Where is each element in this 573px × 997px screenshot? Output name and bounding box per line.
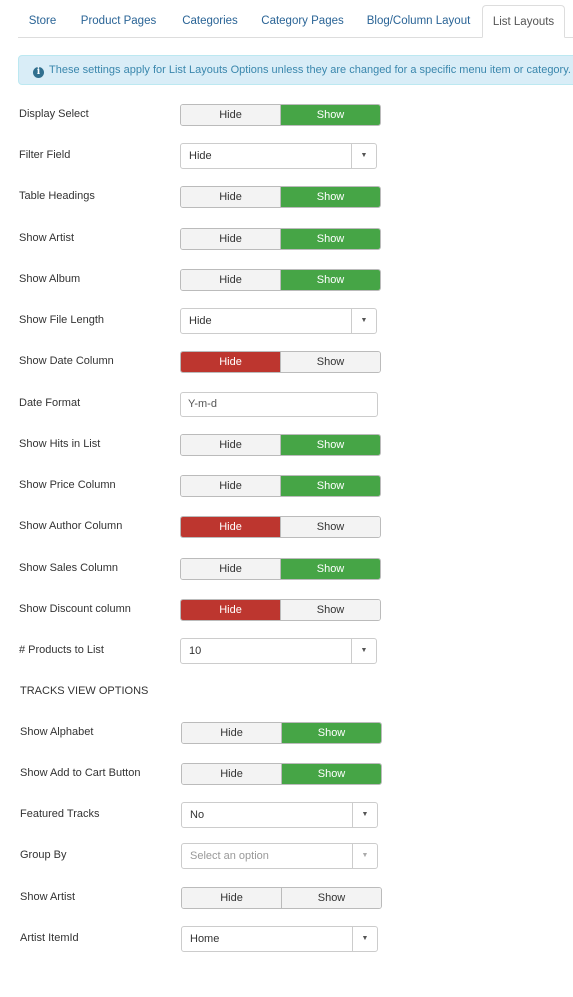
hide-option[interactable]: Hide: [181, 352, 280, 372]
field-label: Group By: [20, 849, 67, 861]
group-by-select[interactable]: Select an option ▼: [181, 843, 378, 869]
show-option[interactable]: Show: [280, 476, 380, 496]
field-label: Filter Field: [19, 149, 71, 161]
field-label: Show Add to Cart Button: [20, 767, 141, 779]
chevron-down-icon[interactable]: ▼: [352, 844, 377, 868]
selected-value: Home: [190, 933, 220, 945]
show-date-column-toggle[interactable]: Hide Show: [180, 351, 381, 373]
field-label: Show Hits in List: [19, 438, 101, 450]
show-option[interactable]: Show: [280, 517, 380, 537]
hide-option[interactable]: Hide: [181, 187, 280, 207]
artist-itemid-select[interactable]: Home ▼: [181, 926, 378, 952]
selected-value: Hide: [189, 315, 212, 327]
tab-product-pages[interactable]: Product Pages: [67, 5, 170, 37]
hide-option[interactable]: Hide: [181, 435, 280, 455]
selected-value: Select an option: [190, 850, 269, 862]
field-label: Show Alphabet: [20, 726, 94, 738]
selected-value: Hide: [189, 150, 212, 162]
field-label: Display Select: [19, 108, 89, 120]
show-add-to-cart-button-toggle[interactable]: Hide Show: [181, 763, 382, 785]
show-artist-toggle[interactable]: Hide Show: [181, 887, 382, 909]
field-label: Featured Tracks: [20, 808, 100, 820]
field-label: Show Discount column: [19, 603, 131, 615]
field-label: Show Author Column: [19, 520, 123, 532]
field-label: Show Album: [19, 273, 81, 285]
show-option[interactable]: Show: [280, 229, 380, 249]
show-option[interactable]: Show: [280, 187, 380, 207]
show-option[interactable]: Show: [280, 270, 380, 290]
tab-list-layouts[interactable]: List Layouts: [482, 5, 565, 38]
hide-option[interactable]: Hide: [181, 517, 280, 537]
show-file-length-select[interactable]: Hide ▼: [180, 308, 377, 334]
show-album-toggle[interactable]: Hide Show: [180, 269, 381, 291]
tab-store[interactable]: Store: [18, 5, 67, 37]
hide-option[interactable]: Hide: [182, 888, 281, 908]
hide-option[interactable]: Hide: [182, 764, 281, 784]
chevron-down-icon[interactable]: ▼: [352, 927, 377, 951]
show-option[interactable]: Show: [281, 764, 381, 784]
chevron-down-icon[interactable]: ▼: [351, 144, 376, 168]
chevron-down-icon[interactable]: ▼: [351, 639, 376, 663]
tab-categories[interactable]: Categories: [170, 5, 250, 37]
hide-option[interactable]: Hide: [181, 476, 280, 496]
hide-option[interactable]: Hide: [181, 600, 280, 620]
selected-value: No: [190, 809, 205, 821]
show-option[interactable]: Show: [280, 559, 380, 579]
field-label: Table Headings: [19, 190, 95, 202]
tab-category-pages[interactable]: Category Pages: [250, 5, 355, 37]
field-label: Show Artist: [20, 891, 76, 903]
hide-option[interactable]: Hide: [181, 105, 280, 125]
filter-field-select[interactable]: Hide ▼: [180, 143, 377, 169]
show-alphabet-toggle[interactable]: Hide Show: [181, 722, 382, 744]
show-artist-toggle[interactable]: Hide Show: [180, 228, 381, 250]
products-to-list-select[interactable]: 10 ▼: [180, 638, 377, 664]
show-option[interactable]: Show: [280, 435, 380, 455]
show-price-column-toggle[interactable]: Hide Show: [180, 475, 381, 497]
date-format-input[interactable]: Y-m-d: [180, 392, 378, 417]
show-option[interactable]: Show: [280, 600, 380, 620]
hide-option[interactable]: Hide: [181, 229, 280, 249]
hide-option[interactable]: Hide: [181, 559, 280, 579]
show-option[interactable]: Show: [280, 105, 380, 125]
chevron-down-icon[interactable]: ▼: [352, 803, 377, 827]
field-label: Date Format: [19, 397, 81, 409]
hide-option[interactable]: Hide: [181, 270, 280, 290]
field-label: Show Artist: [19, 232, 75, 244]
featured-tracks-select[interactable]: No ▼: [181, 802, 378, 828]
field-label: Show File Length: [19, 314, 104, 326]
field-label: Artist ItemId: [20, 932, 79, 944]
display-select-toggle[interactable]: Hide Show: [180, 104, 381, 126]
hide-option[interactable]: Hide: [182, 723, 281, 743]
field-label: Show Sales Column: [19, 562, 119, 574]
show-discount-column-toggle[interactable]: Hide Show: [180, 599, 381, 621]
show-hits-in-list-toggle[interactable]: Hide Show: [180, 434, 381, 456]
field-label: Show Date Column: [19, 355, 114, 367]
info-circle-icon: i: [33, 67, 44, 78]
selected-value: 10: [189, 645, 202, 657]
alert-text: These settings apply for List Layouts Op…: [49, 64, 571, 76]
table-headings-toggle[interactable]: Hide Show: [180, 186, 381, 208]
chevron-down-icon[interactable]: ▼: [351, 309, 376, 333]
show-sales-column-toggle[interactable]: Hide Show: [180, 558, 381, 580]
field-label: # Products to List: [19, 644, 104, 656]
show-option[interactable]: Show: [281, 723, 381, 743]
section-title: TRACKS VIEW OPTIONS: [20, 685, 149, 697]
tab-bar: Store Product Pages Categories Category Pag…: [18, 0, 573, 38]
info-alert: i These settings apply for List Layouts O…: [18, 55, 573, 85]
show-option[interactable]: Show: [280, 352, 380, 372]
show-author-column-toggle[interactable]: Hide Show: [180, 516, 381, 538]
field-label: Show Price Column: [19, 479, 116, 491]
show-option[interactable]: Show: [281, 888, 381, 908]
tab-blog-column-layout[interactable]: Blog/Column Layout: [355, 5, 482, 37]
